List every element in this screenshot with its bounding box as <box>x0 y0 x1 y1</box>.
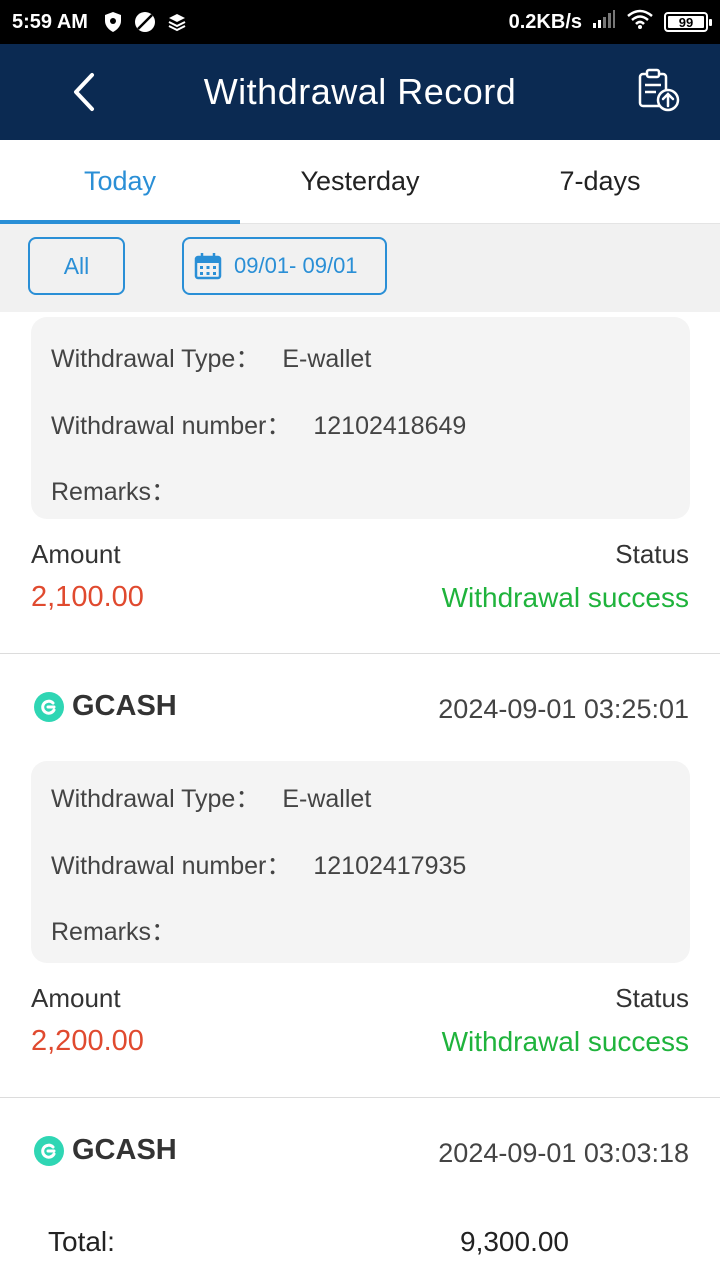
amount-label: Amount <box>31 539 121 569</box>
remarks-label: Remarks： <box>51 918 177 946</box>
tab-today[interactable]: Today <box>0 140 240 224</box>
amount-value: 2,100.00 <box>31 581 144 613</box>
withdrawal-number-label: Withdrawal number： <box>51 852 292 880</box>
status-value: Withdrawal success <box>441 1026 689 1057</box>
date-range-label: 09/01- 09/01 <box>234 253 358 278</box>
total-label: Total: <box>48 1226 115 1257</box>
no-sim-icon <box>134 11 156 33</box>
export-button[interactable] <box>634 66 682 114</box>
provider-label: GCASH <box>34 1134 177 1167</box>
network-speed: 0.2KB/s <box>508 10 582 33</box>
date-range-button[interactable]: 09/01- 09/01 <box>182 237 387 295</box>
remarks-line: Remarks： <box>51 472 198 508</box>
record-datetime: 2024-09-01 03:03:18 <box>438 1138 689 1168</box>
total-value: 9,300.00 <box>460 1226 569 1257</box>
tab-yesterday[interactable]: Yesterday <box>240 140 480 223</box>
status-time: 5:59 AM <box>12 10 88 33</box>
withdrawal-type-label: Withdrawal Type： <box>51 785 261 813</box>
withdrawal-number-label: Withdrawal number： <box>51 412 292 440</box>
record-divider <box>0 653 720 654</box>
layers-icon <box>166 11 188 33</box>
battery-level: 99 <box>678 14 694 30</box>
chevron-left-icon <box>74 73 94 111</box>
record-details: Withdrawal Type： E-wallet Withdrawal numb… <box>31 761 690 963</box>
status-label: Status <box>615 983 689 1013</box>
total-footer: Total: 9,300.00 <box>0 1200 720 1280</box>
type-filter-button[interactable]: All <box>28 237 125 295</box>
withdrawal-type-line: Withdrawal Type： E-wallet <box>51 339 371 375</box>
withdrawal-type-label: Withdrawal Type： <box>51 345 261 373</box>
provider-label: GCASH <box>34 690 177 723</box>
remarks-line: Remarks： <box>51 912 198 948</box>
remarks-label: Remarks： <box>51 478 177 506</box>
clipboard-upload-icon <box>638 68 680 112</box>
signal-icon <box>592 9 616 35</box>
withdrawal-number-line: Withdrawal number： 12102418649 <box>51 406 466 442</box>
status-label: Status <box>615 539 689 569</box>
date-tabs: Today Yesterday 7-days <box>0 140 720 224</box>
shield-icon <box>102 11 124 33</box>
battery-icon: 99 <box>664 12 712 32</box>
withdrawal-number-value: 12102418649 <box>313 412 467 440</box>
withdrawal-number-line: Withdrawal number： 12102417935 <box>51 846 466 882</box>
withdrawal-number-value: 12102417935 <box>313 852 467 880</box>
status-bar: 5:59 AM 0.2KB/s 99 <box>0 0 720 44</box>
record-details: Withdrawal Type： E-wallet Withdrawal numb… <box>31 317 690 519</box>
status-value: Withdrawal success <box>441 582 689 613</box>
record-divider <box>0 1097 720 1098</box>
page-title: Withdrawal Record <box>203 71 517 112</box>
app-header: Withdrawal Record <box>0 44 720 140</box>
withdrawal-type-value: E-wallet <box>282 785 372 813</box>
tab-7-days[interactable]: 7-days <box>480 140 720 223</box>
gcash-logo-icon <box>34 1135 64 1166</box>
provider-name: GCASH <box>72 690 177 722</box>
calendar-icon <box>194 253 222 280</box>
records-list[interactable]: Withdrawal Type： E-wallet Withdrawal numb… <box>0 312 720 1280</box>
wifi-icon <box>626 9 654 35</box>
back-button[interactable] <box>60 68 108 116</box>
withdrawal-type-line: Withdrawal Type： E-wallet <box>51 779 371 815</box>
amount-label: Amount <box>31 983 121 1013</box>
withdrawal-type-value: E-wallet <box>282 345 372 373</box>
record-datetime: 2024-09-01 03:25:01 <box>438 694 689 724</box>
filter-bar: All 09/01- 09/01 <box>0 224 720 312</box>
amount-value: 2,200.00 <box>31 1025 144 1057</box>
provider-name: GCASH <box>72 1134 177 1166</box>
gcash-logo-icon <box>34 691 64 722</box>
